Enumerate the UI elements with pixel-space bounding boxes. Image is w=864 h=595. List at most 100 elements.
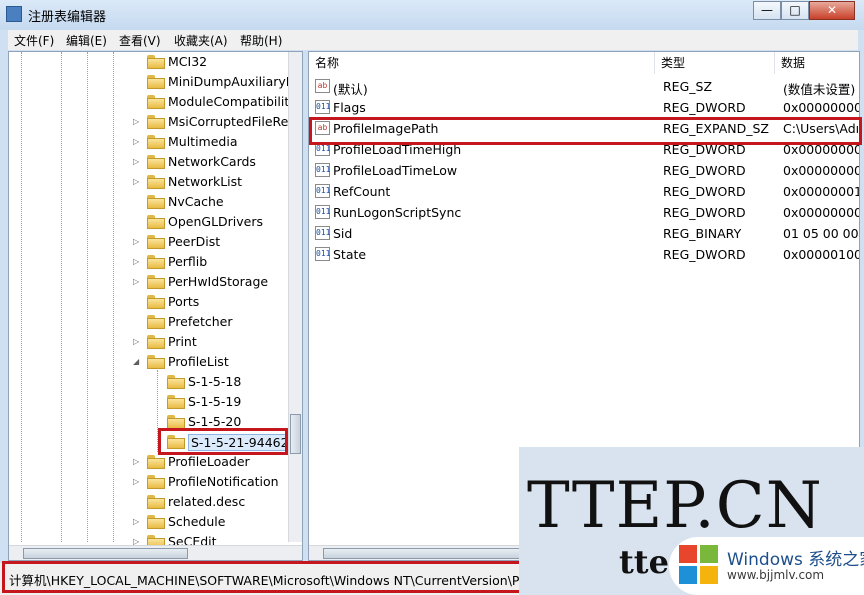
folder-icon	[147, 175, 165, 189]
watermark-subtext: tte	[619, 543, 669, 581]
folder-icon	[147, 95, 165, 109]
binary-value-icon: 011	[315, 205, 330, 219]
value-data-cell: 0x00000000	[783, 100, 859, 115]
tree-item[interactable]: related.desc	[9, 492, 299, 512]
value-row[interactable]: 011 RefCount REG_DWORD 0x00000001	[309, 181, 859, 202]
tree-scroll-thumb[interactable]	[290, 414, 301, 454]
expand-arrow-icon[interactable]: ▷	[133, 337, 141, 347]
tree-item[interactable]: ▷ PeerDist	[9, 232, 299, 252]
value-row[interactable]: 011 State REG_DWORD 0x00000100	[309, 244, 859, 265]
menu-favorites[interactable]: 收藏夹(A)	[174, 32, 228, 49]
tree-item[interactable]: NvCache	[9, 192, 299, 212]
watermark-brand: Windows 系统之家	[727, 550, 864, 570]
menu-file[interactable]: 文件(F)	[14, 32, 54, 49]
value-data-cell: 0x00000000	[783, 205, 859, 220]
value-row[interactable]: 011 ProfileLoadTimeLow REG_DWORD 0x00000000	[309, 160, 859, 181]
folder-icon	[147, 335, 165, 349]
expand-arrow-icon[interactable]: ▷	[133, 277, 141, 287]
expand-arrow-icon[interactable]: ▷	[133, 237, 141, 247]
tree-item[interactable]: ▷ Schedule	[9, 512, 299, 532]
tree-item[interactable]: ▷ NetworkList	[9, 172, 299, 192]
values-hscroll-thumb[interactable]	[323, 548, 523, 559]
tree-item-label: S-1-5-20	[188, 414, 242, 429]
column-header-name[interactable]: 名称	[309, 52, 655, 74]
tree-item-label: related.desc	[168, 494, 246, 509]
folder-icon	[147, 495, 165, 509]
value-type-cell: REG_BINARY	[663, 226, 742, 241]
tree-item[interactable]: OpenGLDrivers	[9, 212, 299, 232]
close-button[interactable]: ✕	[809, 1, 855, 20]
value-row[interactable]: 011 RunLogonScriptSync REG_DWORD 0x00000000	[309, 202, 859, 223]
highlight-selected-key	[158, 428, 288, 455]
folder-icon	[147, 275, 165, 289]
key-tree-pane[interactable]: MCI32 MiniDumpAuxiliaryD ModuleCompatibili…	[8, 51, 303, 561]
value-row[interactable]: ab (默认) REG_SZ (数值未设置)	[309, 76, 859, 97]
highlight-status-path	[2, 561, 522, 593]
tree-item-label: NetworkCards	[168, 154, 256, 169]
folder-icon	[147, 55, 165, 69]
watermark-badge: Windows 系统之家 www.bjjmlv.com	[669, 537, 864, 595]
windows-logo-icon	[679, 545, 719, 585]
tree-hscroll-thumb[interactable]	[23, 548, 188, 559]
tree-item[interactable]: MCI32	[9, 52, 299, 72]
tree-item[interactable]: ▷ ProfileLoader	[9, 452, 299, 472]
expand-arrow-icon[interactable]: ▷	[133, 257, 141, 267]
binary-value-icon: 011	[315, 163, 330, 177]
binary-value-icon: 011	[315, 247, 330, 261]
expand-arrow-icon[interactable]: ▷	[133, 117, 141, 127]
value-row[interactable]: 011 Sid REG_BINARY 01 05 00 00	[309, 223, 859, 244]
binary-value-icon: 011	[315, 184, 330, 198]
tree-item[interactable]: ▷ ProfileNotification	[9, 472, 299, 492]
folder-icon	[167, 415, 185, 429]
menu-help[interactable]: 帮助(H)	[240, 32, 282, 49]
tree-vertical-scrollbar[interactable]	[288, 52, 302, 542]
tree-item[interactable]: ▷ MsiCorruptedFileRec	[9, 112, 299, 132]
column-header-data[interactable]: 数据	[775, 52, 859, 74]
minimize-button[interactable]: —	[753, 1, 781, 20]
value-name-cell: ProfileLoadTimeLow	[333, 163, 458, 178]
folder-icon	[167, 395, 185, 409]
expand-arrow-icon[interactable]: ▷	[133, 477, 141, 487]
expand-arrow-icon[interactable]: ▷	[133, 517, 141, 527]
tree-item[interactable]: MiniDumpAuxiliaryD	[9, 72, 299, 92]
tree-item[interactable]: ▷ PerHwIdStorage	[9, 272, 299, 292]
folder-icon	[147, 215, 165, 229]
value-data-cell: 0x00000001	[783, 184, 859, 199]
tree-item[interactable]: S-1-5-19	[9, 392, 299, 412]
value-data-cell: 0x00000000	[783, 163, 859, 178]
tree-item[interactable]: ▷ Perflib	[9, 252, 299, 272]
expand-arrow-icon[interactable]: ▷	[133, 457, 141, 467]
tree-item[interactable]: ▷ Multimedia	[9, 132, 299, 152]
collapse-arrow-icon[interactable]: ◢	[133, 357, 141, 367]
tree-horizontal-scrollbar[interactable]	[9, 545, 302, 560]
value-row[interactable]: 011 Flags REG_DWORD 0x00000000	[309, 97, 859, 118]
tree-item-label: Multimedia	[168, 134, 238, 149]
tree-item[interactable]: ▷ NetworkCards	[9, 152, 299, 172]
value-name-cell: Sid	[333, 226, 353, 241]
menu-view[interactable]: 查看(V)	[119, 32, 161, 49]
tree-item[interactable]: ◢ ProfileList	[9, 352, 299, 372]
menu-bar: 文件(F) 编辑(E) 查看(V) 收藏夹(A) 帮助(H)	[8, 30, 858, 50]
window-title: 注册表编辑器	[28, 10, 107, 25]
binary-value-icon: 011	[315, 100, 330, 114]
regedit-app-icon	[6, 6, 22, 22]
tree-item[interactable]: ModuleCompatibility	[9, 92, 299, 112]
tree-item-label: PeerDist	[168, 234, 221, 249]
expand-arrow-icon[interactable]: ▷	[133, 177, 141, 187]
column-header-type[interactable]: 类型	[655, 52, 775, 74]
binary-value-icon: 011	[315, 226, 330, 240]
expand-arrow-icon[interactable]: ▷	[133, 157, 141, 167]
tree-item-label: Prefetcher	[168, 314, 233, 329]
tree-item[interactable]: ▷ Print	[9, 332, 299, 352]
tree-item[interactable]: Ports	[9, 292, 299, 312]
menu-edit[interactable]: 编辑(E)	[66, 32, 107, 49]
highlight-profileimagepath	[309, 117, 862, 145]
value-name-cell: RunLogonScriptSync	[333, 205, 462, 220]
tree-item[interactable]: S-1-5-18	[9, 372, 299, 392]
maximize-button[interactable]: □	[781, 1, 809, 20]
expand-arrow-icon[interactable]: ▷	[133, 137, 141, 147]
value-type-cell: REG_DWORD	[663, 205, 746, 220]
tree-item-label: Ports	[168, 294, 200, 309]
tree-item-label: ProfileNotification	[168, 474, 279, 489]
tree-item[interactable]: Prefetcher	[9, 312, 299, 332]
